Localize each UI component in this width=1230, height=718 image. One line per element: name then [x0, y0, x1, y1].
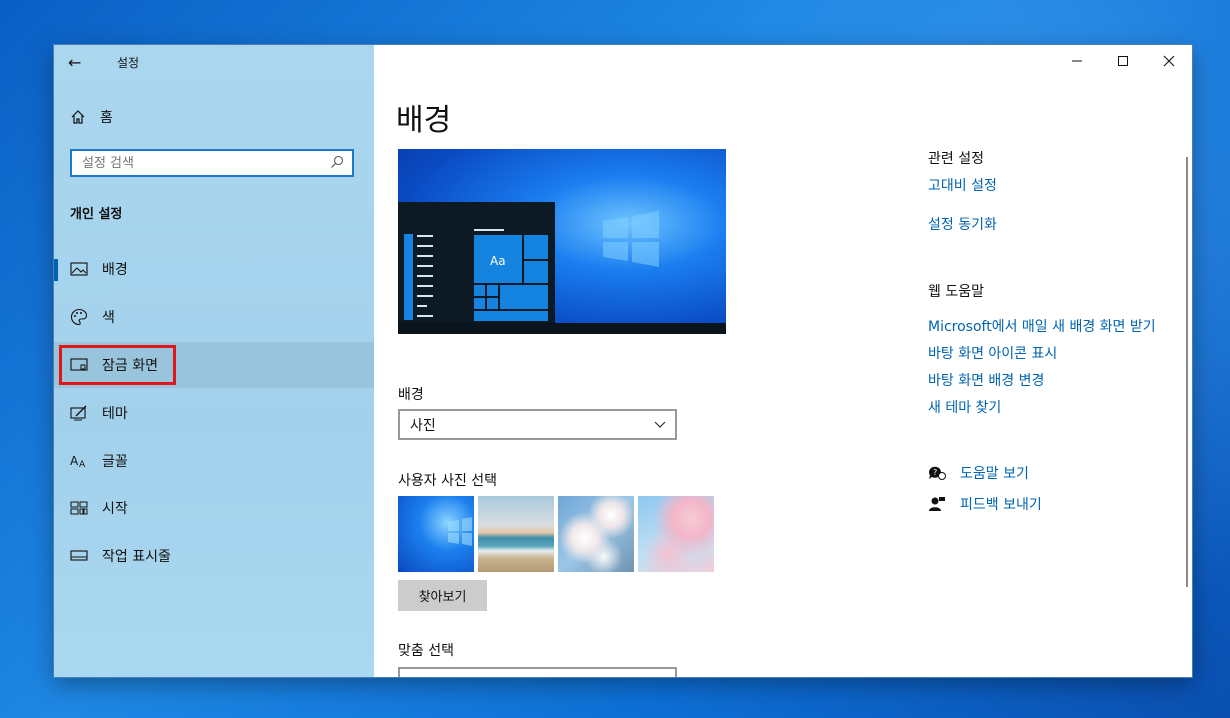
- start-icon: [70, 499, 88, 517]
- fit-dropdown[interactable]: [398, 667, 677, 677]
- sidebar: ← 설정 홈 개인 설정 배경 색: [54, 45, 374, 677]
- preview-sample-text: Aa: [490, 254, 506, 268]
- sidebar-item-taskbar[interactable]: 작업 표시줄: [54, 534, 374, 578]
- feedback-label: 피드백 보내기: [960, 497, 1042, 513]
- minimize-icon: [1072, 60, 1082, 62]
- high-contrast-link[interactable]: 고대비 설정: [928, 175, 997, 195]
- window-title: 설정: [117, 56, 140, 70]
- help-chat-icon: ?: [928, 466, 946, 480]
- change-background-link[interactable]: 바탕 화면 배경 변경: [928, 370, 1044, 390]
- scrollbar[interactable]: [1186, 157, 1188, 587]
- sidebar-item-label: 글꼴: [102, 454, 128, 470]
- picture-icon: [70, 260, 88, 278]
- svg-text:?: ?: [933, 468, 937, 477]
- home-label: 홈: [100, 110, 113, 126]
- sidebar-item-background[interactable]: 배경: [54, 247, 374, 291]
- home-icon: [71, 110, 85, 124]
- maximize-button[interactable]: [1100, 45, 1146, 77]
- related-settings-heading: 관련 설정: [928, 151, 984, 167]
- settings-window: ← 설정 홈 개인 설정 배경 색: [54, 45, 1192, 677]
- sidebar-item-label: 시작: [102, 501, 128, 517]
- taskbar-icon: [70, 547, 88, 565]
- svg-text:A: A: [70, 454, 79, 468]
- section-heading: 개인 설정: [70, 207, 123, 222]
- background-value: 사진: [410, 417, 436, 434]
- sidebar-item-start[interactable]: 시작: [54, 486, 374, 530]
- background-dropdown[interactable]: 사진: [398, 409, 677, 440]
- feedback-link[interactable]: 피드백 보내기: [928, 494, 1042, 514]
- search-box[interactable]: [70, 149, 354, 177]
- sidebar-home[interactable]: 홈: [70, 107, 113, 127]
- sidebar-item-theme[interactable]: 테마: [54, 391, 374, 435]
- search-input[interactable]: [72, 151, 332, 175]
- sidebar-item-label: 색: [102, 310, 115, 326]
- palette-icon: [70, 308, 88, 326]
- close-button[interactable]: [1146, 45, 1192, 77]
- minimize-button[interactable]: [1054, 45, 1100, 77]
- daily-wallpaper-link[interactable]: Microsoft에서 매일 새 배경 화면 받기: [928, 316, 1156, 336]
- page-title: 배경: [396, 103, 452, 138]
- sidebar-item-fonts[interactable]: AA 글꼴: [54, 439, 374, 483]
- theme-icon: [70, 404, 88, 422]
- back-arrow-icon[interactable]: ←: [68, 53, 81, 72]
- chevron-down-icon: [654, 421, 666, 428]
- feedback-icon: [929, 497, 945, 511]
- font-icon: AA: [70, 452, 88, 470]
- search-icon[interactable]: [330, 155, 344, 169]
- windows-logo-icon: [448, 517, 472, 546]
- photo-thumbnail-blossom[interactable]: [558, 496, 634, 572]
- sync-settings-link[interactable]: 설정 동기화: [928, 214, 997, 234]
- get-help-label: 도움말 보기: [960, 466, 1029, 482]
- choose-photo-label: 사용자 사진 선택: [398, 473, 498, 489]
- windows-logo-icon: [603, 211, 659, 267]
- desktop-icons-link[interactable]: 바탕 화면 아이콘 표시: [928, 343, 1057, 363]
- maximize-icon: [1118, 56, 1128, 66]
- sidebar-item-label: 배경: [102, 262, 128, 278]
- content-pane: 배경 Aa 배경 사진 사용자 사진 선택 찾아보기 맞춤 선택 관련 설정 고…: [374, 45, 1192, 677]
- photo-thumbnail-beach[interactable]: [478, 496, 554, 572]
- highlight-box: [59, 345, 176, 385]
- sidebar-item-label: 테마: [102, 406, 128, 422]
- sidebar-item-color[interactable]: 색: [54, 295, 374, 339]
- photo-thumbnail-windows[interactable]: [398, 496, 474, 572]
- close-icon: [1163, 55, 1175, 67]
- fit-label: 맞춤 선택: [398, 643, 454, 659]
- find-themes-link[interactable]: 새 테마 찾기: [928, 397, 1001, 417]
- browse-button[interactable]: 찾아보기: [398, 580, 487, 611]
- photo-thumbnail-cherry[interactable]: [638, 496, 714, 572]
- get-help-link[interactable]: ? 도움말 보기: [928, 463, 1029, 483]
- preview-start-menu: Aa: [398, 202, 555, 323]
- background-label: 배경: [398, 387, 424, 403]
- sidebar-item-label: 작업 표시줄: [102, 549, 171, 565]
- svg-text:A: A: [79, 460, 86, 469]
- web-help-heading: 웹 도움말: [928, 284, 984, 300]
- preview-taskbar: [398, 323, 726, 334]
- background-preview: Aa: [398, 149, 726, 334]
